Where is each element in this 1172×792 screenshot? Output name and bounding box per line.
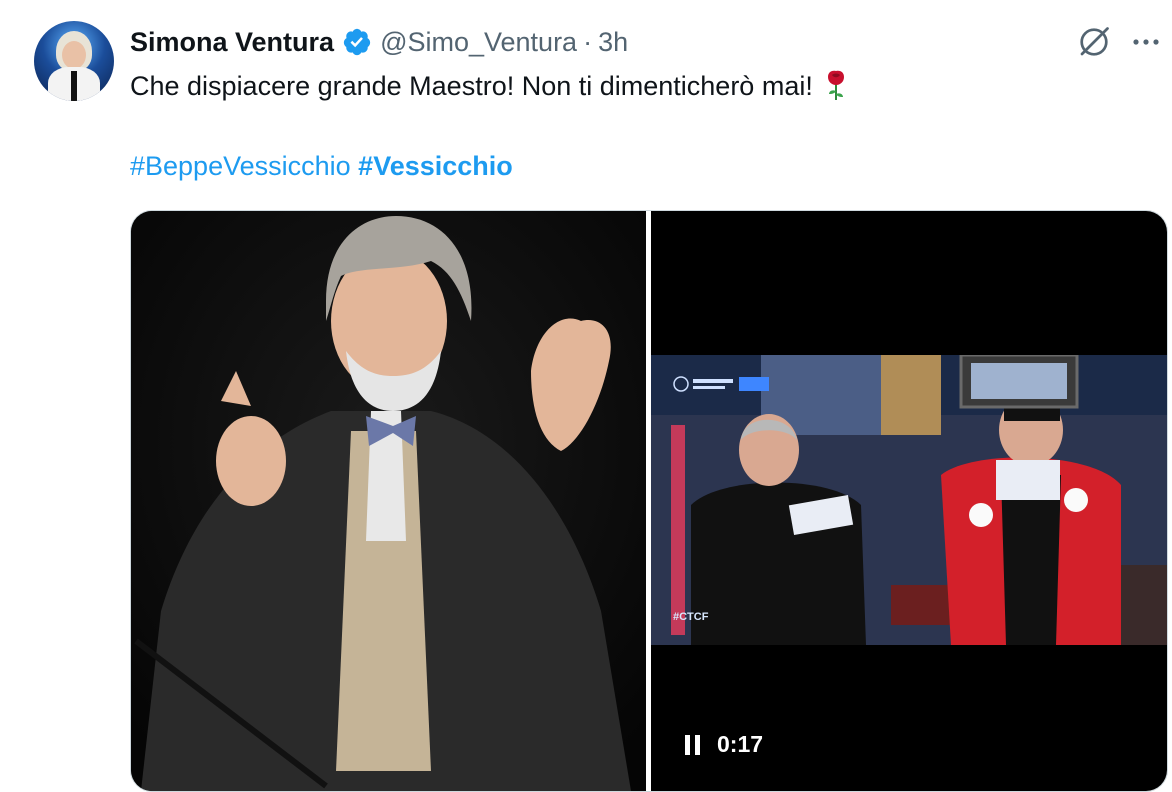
hashtag-link[interactable]: #BeppeVessicchio [130, 151, 351, 181]
separator-dot: · [583, 26, 593, 57]
verified-badge-icon[interactable] [342, 27, 372, 57]
pause-icon[interactable] [683, 734, 703, 756]
tweet: Simona Ventura @Simo_Ventura · 3h Che di… [0, 0, 1172, 792]
channel-logo [673, 376, 769, 392]
tweet-timestamp[interactable]: 3h [598, 27, 628, 58]
hashtag-link[interactable]: #Vessicchio [358, 151, 513, 181]
conductor-photo-illustration [131, 211, 646, 791]
author-name[interactable]: Simona Ventura [130, 27, 334, 58]
media-video[interactable]: #CTCF 0:17 [651, 211, 1167, 791]
video-controls: 0:17 [683, 731, 763, 758]
avatar-face [62, 41, 86, 69]
rose-icon [827, 70, 844, 100]
grok-icon[interactable] [1076, 24, 1112, 60]
avatar[interactable] [34, 21, 114, 101]
tweet-header: Simona Ventura @Simo_Ventura · 3h [130, 22, 628, 62]
media-grid: #CTCF 0:17 [130, 210, 1168, 792]
hashtags: #BeppeVessicchio #Vessicchio [130, 146, 513, 186]
video-timestamp: 0:17 [717, 731, 764, 757]
more-icon[interactable] [1128, 28, 1164, 56]
video-frame: #CTCF [651, 355, 1167, 645]
avatar-tie [71, 71, 77, 101]
tweet-text: Che dispiacere grande Maestro! Non ti di… [130, 71, 813, 101]
video-overlay-tag: #CTCF [673, 611, 709, 623]
video-still-illustration [651, 355, 1167, 645]
author-handle[interactable]: @Simo_Ventura [380, 27, 577, 58]
tweet-text-line: Che dispiacere grande Maestro! Non ti di… [130, 66, 849, 106]
media-photo[interactable] [131, 211, 646, 791]
